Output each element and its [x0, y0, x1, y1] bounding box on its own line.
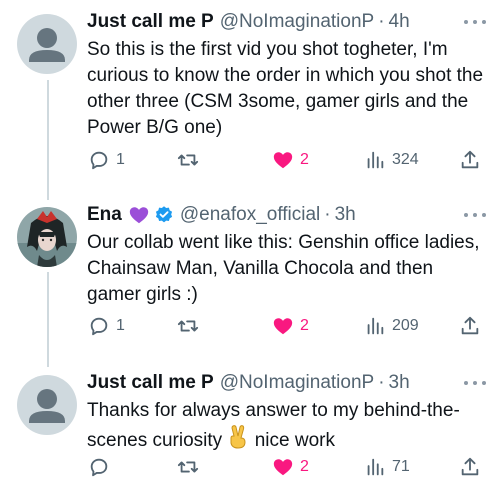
tweet-text-part: nice work: [254, 430, 335, 451]
default-avatar-icon: [29, 28, 65, 62]
heart-filled-icon: [273, 152, 293, 169]
profile-photo: [17, 207, 77, 267]
avatar-default[interactable]: [17, 14, 77, 74]
avatar-ena[interactable]: [17, 207, 77, 267]
retweet-icon: [177, 320, 199, 332]
action-bar: 1 2 324: [0, 147, 500, 173]
display-name[interactable]: Ena: [87, 203, 122, 227]
share-icon: [461, 457, 479, 476]
more-options-icon[interactable]: [464, 15, 486, 29]
timestamp[interactable]: 4h: [389, 10, 410, 34]
reply-count: 1: [116, 317, 125, 334]
display-name[interactable]: Just call me P: [87, 10, 214, 34]
retweet-button[interactable]: [176, 313, 206, 339]
more-options-icon[interactable]: [464, 208, 486, 222]
separator-dot: ·: [378, 11, 385, 32]
views-chart-icon: [367, 458, 384, 476]
views-button[interactable]: 209: [364, 313, 419, 339]
timestamp[interactable]: 3h: [335, 203, 356, 227]
like-count: 2: [300, 317, 309, 334]
default-avatar-icon: [29, 389, 65, 423]
purple-heart-icon: [128, 204, 150, 226]
view-count: 71: [392, 458, 410, 475]
share-button[interactable]: [459, 454, 481, 480]
tweet-text: So this is the first vid you shot toghet…: [87, 39, 484, 138]
heart-filled-icon: [273, 459, 293, 476]
retweet-icon: [177, 461, 199, 473]
tweet[interactable]: Just call me P @NoImaginationP · 3h Than…: [0, 355, 500, 493]
reply-icon: [90, 458, 108, 477]
separator-dot: ·: [324, 204, 331, 225]
view-count: 209: [392, 317, 419, 334]
tweet-header: Ena @enafox_official · 3h: [87, 203, 468, 227]
share-button[interactable]: [459, 147, 481, 173]
tweet-header: Just call me P @NoImaginationP · 4h: [87, 10, 468, 34]
tweet-text: Our collab went like this: Genshin offic…: [87, 232, 480, 305]
tweet-header: Just call me P @NoImaginationP · 3h: [87, 371, 468, 395]
tweet[interactable]: Just call me P @NoImaginationP · 4h So t…: [0, 0, 500, 185]
handle[interactable]: @NoImaginationP: [220, 10, 374, 34]
reply-button[interactable]: 1: [88, 313, 125, 339]
verified-badge-icon[interactable]: [154, 205, 174, 225]
retweet-icon: [177, 154, 199, 166]
like-button[interactable]: 2: [272, 454, 309, 480]
victory-hand-icon: [227, 424, 249, 458]
views-chart-icon: [367, 151, 384, 169]
separator-dot: ·: [378, 372, 385, 393]
reply-button[interactable]: [88, 454, 116, 480]
heart-filled-icon: [273, 318, 293, 335]
more-options-icon[interactable]: [464, 376, 486, 390]
view-count: 324: [392, 151, 419, 168]
views-chart-icon: [367, 317, 384, 335]
retweet-button[interactable]: [176, 454, 206, 480]
timestamp[interactable]: 3h: [389, 371, 410, 395]
like-count: 2: [300, 151, 309, 168]
reply-icon: [90, 317, 108, 336]
reply-button[interactable]: 1: [88, 147, 125, 173]
tweet[interactable]: Ena @enafox_official · 3h Our collab wen…: [0, 185, 500, 355]
tweet-text: Thanks for always answer to my behind-th…: [87, 398, 492, 458]
views-button[interactable]: 71: [364, 454, 410, 480]
share-icon: [461, 150, 479, 169]
like-button[interactable]: 2: [272, 313, 309, 339]
like-count: 2: [300, 458, 309, 475]
like-button[interactable]: 2: [272, 147, 309, 173]
handle[interactable]: @NoImaginationP: [220, 371, 374, 395]
share-button[interactable]: [459, 313, 481, 339]
share-icon: [461, 316, 479, 335]
reply-icon: [90, 151, 108, 170]
retweet-button[interactable]: [176, 147, 206, 173]
display-name[interactable]: Just call me P: [87, 371, 214, 395]
handle[interactable]: @enafox_official: [180, 203, 320, 227]
action-bar: 2 71: [0, 454, 500, 480]
action-bar: 1 2 209: [0, 313, 500, 339]
avatar-default[interactable]: [17, 375, 77, 435]
views-button[interactable]: 324: [364, 147, 419, 173]
reply-count: 1: [116, 151, 125, 168]
